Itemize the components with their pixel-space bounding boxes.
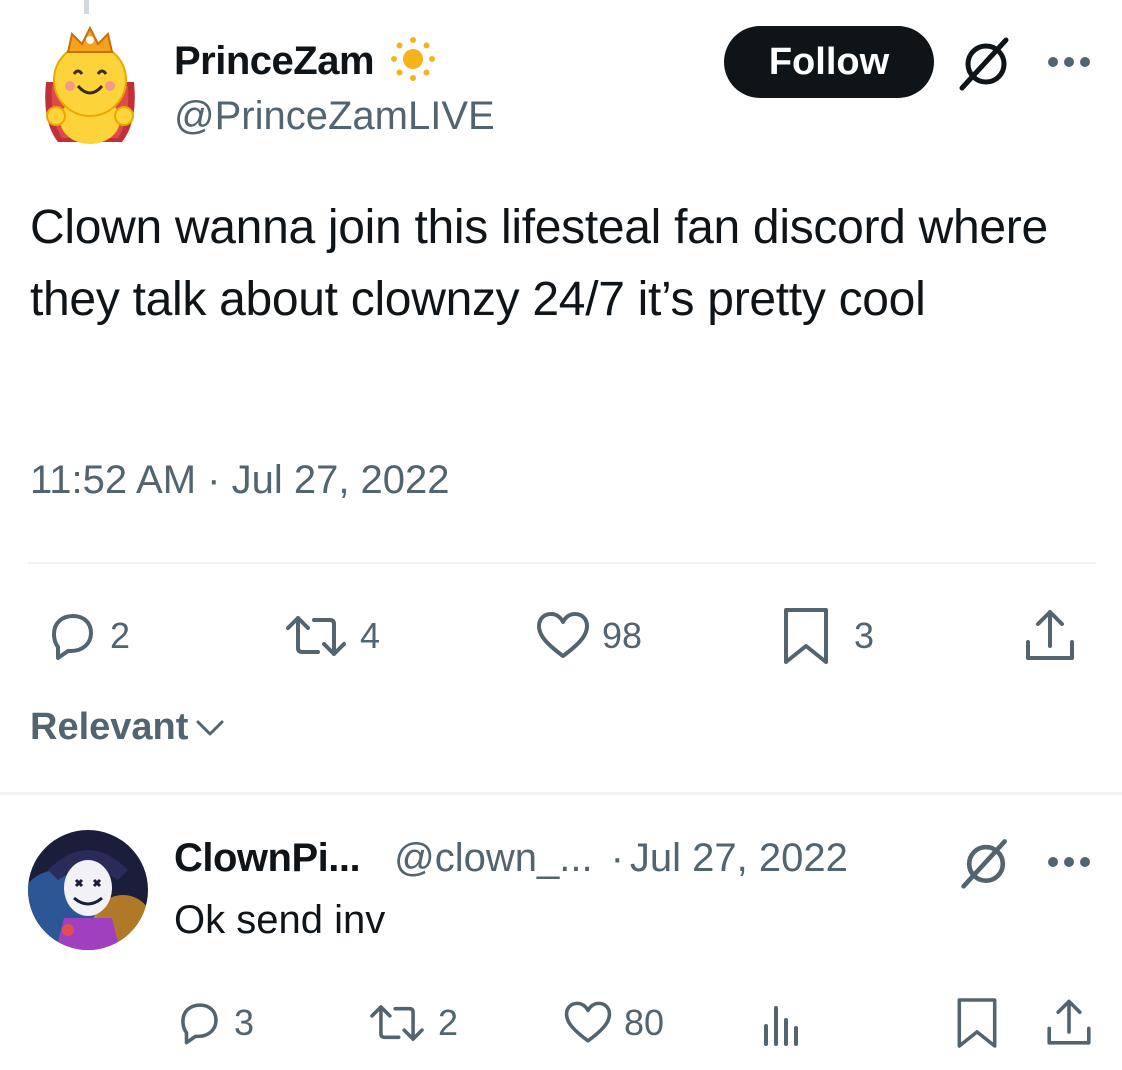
reply-bookmark-button[interactable]	[954, 996, 1000, 1050]
reply-reply-button[interactable]: 3	[174, 998, 254, 1048]
reply-like-count: 80	[624, 1002, 665, 1043]
tweet-text: Clown wanna join this lifesteal fan disc…	[30, 201, 1048, 326]
reply-repost-count: 2	[438, 1002, 459, 1043]
sun-emoji-icon	[388, 34, 438, 89]
repost-icon	[370, 1005, 424, 1041]
heart-icon	[564, 1001, 612, 1043]
reply-date[interactable]: Jul 27, 2022	[630, 836, 848, 881]
grok-icon[interactable]	[956, 32, 1016, 92]
bookmark-icon	[784, 608, 828, 664]
share-icon	[1047, 999, 1091, 1045]
share-icon	[1026, 610, 1074, 660]
reply-button[interactable]: 2	[44, 608, 130, 664]
divider	[0, 792, 1122, 795]
more-options-icon[interactable]	[1046, 852, 1092, 872]
divider	[28, 562, 1096, 564]
repost-icon	[286, 616, 346, 656]
bookmark-count: 3	[854, 615, 875, 656]
bookmark-icon	[957, 998, 997, 1048]
follow-button[interactable]: Follow	[724, 26, 934, 98]
reply-icon	[181, 1003, 218, 1045]
reply-text: Ok send inv	[174, 898, 386, 942]
thread-connector-line	[84, 0, 89, 14]
like-count: 98	[602, 615, 643, 656]
repost-button[interactable]: 4	[282, 608, 380, 664]
reply-author-handle[interactable]: @clown_...	[394, 836, 592, 881]
author-handle[interactable]: @PrinceZamLIVE	[174, 94, 495, 139]
bookmark-button[interactable]: 3	[780, 606, 874, 666]
analytics-icon	[764, 1006, 798, 1046]
reply-header: ClownPi... @clown_... · Jul 27, 2022	[174, 836, 848, 881]
reply-share-button[interactable]	[1042, 996, 1096, 1050]
more-options-icon[interactable]	[1046, 52, 1092, 72]
reply-icon	[52, 614, 93, 660]
reply-author-display-name[interactable]: ClownPi...	[174, 836, 361, 881]
reply-count: 2	[110, 615, 131, 656]
like-button[interactable]: 98	[534, 608, 642, 664]
reply-like-button[interactable]: 80	[562, 998, 664, 1048]
sort-label: Relevant	[30, 706, 189, 748]
reply-reply-count: 3	[234, 1002, 255, 1043]
grok-icon[interactable]	[958, 834, 1018, 894]
share-button[interactable]	[1020, 606, 1080, 666]
chevron-down-icon	[196, 720, 224, 735]
author-avatar[interactable]	[38, 22, 142, 146]
reply-repost-button[interactable]: 2	[366, 998, 458, 1048]
repost-count: 4	[360, 615, 381, 656]
reply-views-button[interactable]	[760, 998, 806, 1048]
author-display-name[interactable]: PrinceZam	[174, 39, 375, 84]
author-name-row: PrinceZam	[174, 34, 438, 89]
sort-replies-dropdown[interactable]: Relevant	[30, 706, 226, 749]
heart-icon	[537, 612, 589, 658]
header-separator: ·	[610, 836, 624, 880]
reply-author-avatar[interactable]	[28, 830, 148, 950]
tweet-timestamp[interactable]: 11:52 AM · Jul 27, 2022	[30, 458, 450, 503]
